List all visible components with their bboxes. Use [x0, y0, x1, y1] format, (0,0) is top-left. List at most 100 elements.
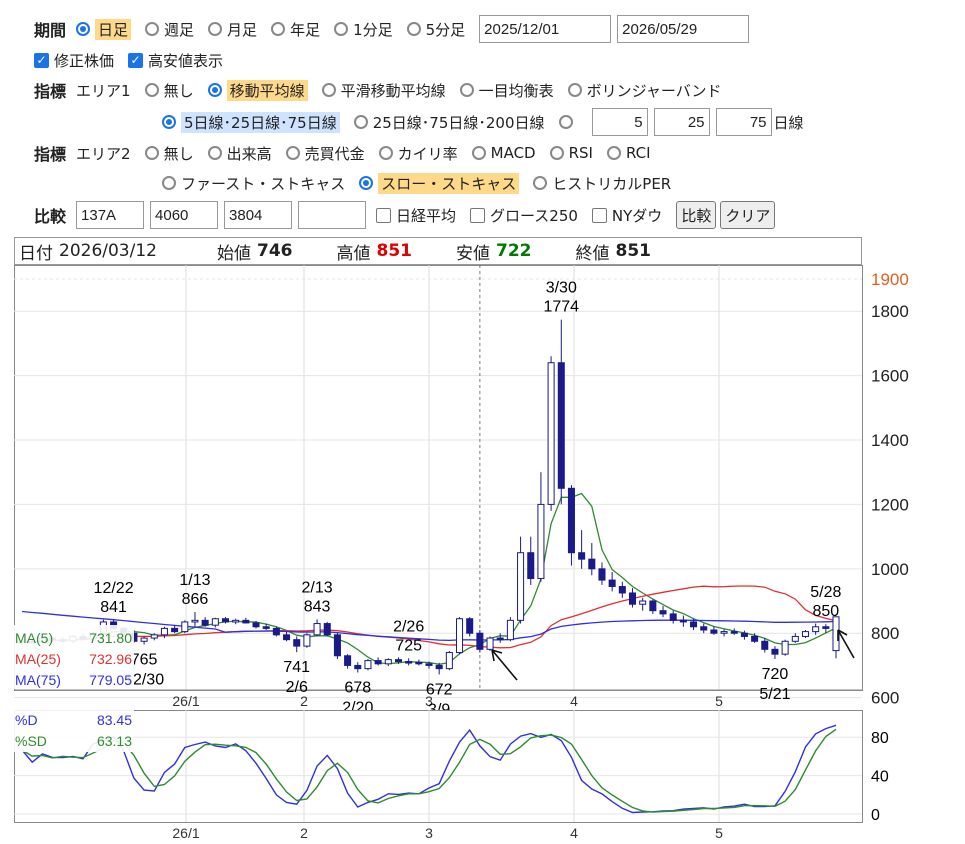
- candle: [801, 630, 809, 639]
- checks-row: ✓ 修正株価 ✓ 高安値表示: [34, 45, 237, 75]
- indicator2-option-0[interactable]: 無し: [144, 143, 194, 164]
- legend-value: 779.05: [89, 672, 132, 688]
- ma-option-0[interactable]: 5日線･25日線･75日線: [162, 111, 340, 133]
- checkbox-icon: [591, 207, 607, 223]
- indicator2-option-5[interactable]: RSI: [549, 143, 593, 164]
- end-date-input[interactable]: 2026/05/29: [617, 15, 750, 43]
- indicator2-option-1-label: 出来高: [226, 144, 272, 163]
- period-option-1[interactable]: 週足: [145, 19, 194, 40]
- candle-body: [313, 623, 321, 636]
- candle-body: [649, 600, 657, 612]
- ma-option-1[interactable]: 25日線･75日線･200日線: [353, 112, 545, 133]
- y-tick-label: 40: [871, 769, 889, 786]
- legend-name: MA(75): [15, 672, 61, 688]
- ma-custom-3-input[interactable]: 75: [715, 108, 772, 136]
- annotation-date: 5/21: [759, 686, 790, 703]
- candle-body: [608, 579, 616, 588]
- candle-body: [730, 631, 738, 634]
- x-tick-label: 5: [715, 693, 723, 709]
- annotation-value: 850: [812, 603, 839, 620]
- x-tick-label: 2: [300, 825, 308, 841]
- indicator2b-option-0[interactable]: ファースト・ストキャス: [162, 173, 345, 194]
- indicator2b-options: ファースト・ストキャス スロー・ストキャス ヒストリカルPER: [162, 172, 685, 194]
- annotation-date: 2/13: [302, 579, 333, 596]
- indicator2-option-2[interactable]: 売買代金: [285, 143, 365, 164]
- indicator2-label: 指標: [34, 145, 67, 164]
- radio-icon: [162, 115, 176, 129]
- indicator2b-option-1[interactable]: スロー・ストキャス: [359, 172, 520, 194]
- high-low-checkbox[interactable]: ✓ 高安値表示: [128, 50, 223, 71]
- candle-body: [618, 586, 626, 594]
- annotation-date: 3/30: [546, 280, 577, 297]
- adjusted-price-label: 修正株価: [54, 51, 115, 70]
- compare-check-0[interactable]: 日経平均: [376, 205, 456, 226]
- radio-icon: [144, 83, 159, 97]
- radio-icon: [567, 83, 582, 97]
- adjusted-price-checkbox[interactable]: ✓ 修正株価: [34, 50, 114, 71]
- indicator2-option-6[interactable]: RCI: [606, 143, 651, 164]
- compare-code-3-input[interactable]: 3804: [224, 201, 293, 229]
- indicator1-option-4[interactable]: ボリンジャーバンド: [567, 80, 721, 101]
- period-option-0-label: 日足: [95, 18, 132, 40]
- candle-body: [679, 619, 687, 623]
- candle-body: [690, 621, 698, 628]
- candle-body: [445, 652, 453, 670]
- candle-body: [669, 613, 677, 621]
- indicator2-option-4[interactable]: MACD: [471, 143, 536, 164]
- open-value: 746: [256, 241, 293, 261]
- period-option-5[interactable]: 5分足: [406, 19, 465, 40]
- indicator2-option-1[interactable]: 出来高: [207, 143, 272, 164]
- ma-custom-1-input[interactable]: 5: [591, 108, 648, 136]
- legend-value: 83.45: [97, 712, 132, 728]
- compare-check-label: NYダウ: [611, 206, 663, 225]
- indicator1-option-1[interactable]: 移動平均線: [207, 79, 308, 101]
- legend-name: %D: [15, 712, 38, 728]
- indicator2-option-3[interactable]: カイリ率: [378, 143, 458, 164]
- period-option-2[interactable]: 月足: [208, 19, 257, 40]
- candle-body: [323, 623, 331, 636]
- candle-body: [415, 661, 423, 665]
- clear-button[interactable]: クリア: [720, 201, 776, 229]
- period-option-3[interactable]: 年足: [271, 19, 320, 40]
- indicator2-row: 指標 エリア2 無し 出来高 売買代金 カイリ率 MACD RSI RCI: [34, 138, 665, 168]
- low-label: 安値: [455, 243, 490, 264]
- compare-check-label: 日経平均: [396, 206, 457, 225]
- candle-body: [232, 619, 240, 623]
- radio-icon: [207, 83, 222, 97]
- candle-body: [466, 618, 474, 634]
- y-tick-label: 1400: [871, 431, 909, 450]
- ma-custom-2-input[interactable]: 25: [653, 108, 710, 136]
- indicator2-option-5-label: RSI: [568, 144, 593, 162]
- period-option-4[interactable]: 1分足: [334, 19, 393, 40]
- ma-option-1-label: 25日線･75日線･200日線: [372, 113, 545, 132]
- period-option-0[interactable]: 日足: [76, 18, 132, 40]
- start-date-input[interactable]: 2025/12/01: [479, 15, 612, 43]
- price-chart[interactable]: 19001800160014001200100080060026/1 2 3 4 512…: [14, 265, 965, 710]
- radio-icon: [406, 22, 421, 36]
- indicator1-option-0[interactable]: 無し: [144, 80, 194, 101]
- candle-body: [771, 648, 779, 655]
- candle-body: [405, 661, 413, 664]
- indicator1-option-2[interactable]: 平滑移動平均線: [321, 80, 446, 101]
- candle-body: [456, 618, 464, 654]
- compare-button[interactable]: 比較: [676, 201, 717, 229]
- checkbox-icon: [376, 207, 392, 223]
- compare-code-4-input[interactable]: [298, 201, 367, 229]
- indicator1-option-3[interactable]: 一目均衡表: [459, 80, 554, 101]
- ma-custom-radio[interactable]: [558, 115, 578, 129]
- compare-code-1-input[interactable]: 137A: [76, 201, 145, 229]
- compare-check-label: グロース250: [490, 206, 578, 225]
- candle-body: [791, 635, 799, 642]
- compare-check-2[interactable]: NYダウ: [591, 205, 663, 226]
- radio-icon: [353, 115, 368, 129]
- candle-body: [293, 639, 301, 647]
- candle-body: [354, 664, 362, 670]
- compare-code-2-input[interactable]: 4060: [150, 201, 219, 229]
- indicator2b-option-2[interactable]: ヒストリカルPER: [533, 173, 671, 194]
- annotation-date: 2/20: [342, 700, 373, 710]
- stochastic-chart[interactable]: 80 40 0 26/1 2 3 4 5 %D 83.45 %SD 63.13: [14, 710, 965, 844]
- candle-body: [344, 655, 352, 666]
- compare-check-1[interactable]: グロース250: [470, 205, 578, 226]
- indicator1-option-1-label: 移動平均線: [226, 79, 308, 101]
- y-tick-label: 800: [871, 624, 899, 643]
